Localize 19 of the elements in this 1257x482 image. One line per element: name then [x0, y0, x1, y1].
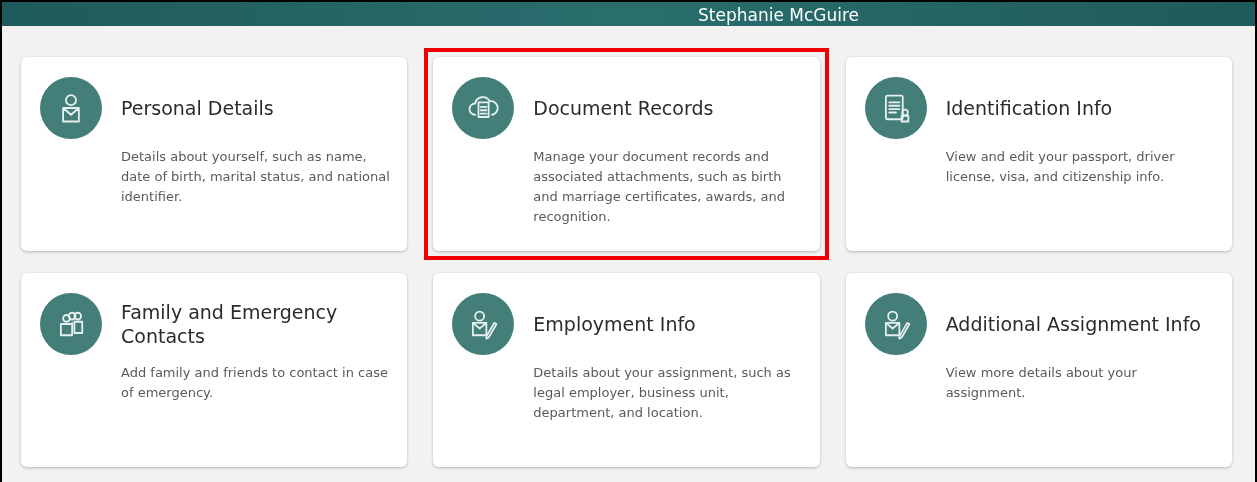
card[interactable]: Employment Info Details about your assignment, such as legal employer, business unit, department, and location.: [433, 273, 820, 467]
card-description: View more details about your assignment.: [945, 364, 1138, 402]
card-description: Manage your document records and associated attachments, such as birth and marriage certificates, awards, and recognition.: [533, 148, 787, 226]
card[interactable]: Identification Info View and edit your passport, driver license, visa, and citizenship info.: [845, 57, 1232, 251]
card-title: Family and Emergency Contacts: [121, 300, 339, 348]
card-title: Personal Details: [121, 96, 274, 120]
card-title: Document Records: [533, 96, 714, 120]
card-title: Additional Assignment Info: [945, 312, 1201, 336]
card[interactable]: Document Records Manage your document records and associated attachments, such as birth and marriage certificates, awards, and recognition.: [433, 57, 820, 251]
card-title: Identification Info: [945, 96, 1113, 120]
card-description: Add family and friends to contact in case of emergency.: [121, 364, 389, 402]
card-title: Employment Info: [533, 312, 696, 336]
card-description: View and edit your passport, driver license, visa, and citizenship info.: [945, 148, 1176, 186]
card[interactable]: Family and Emergency Contacts Add family and friends to contact in case of emergency.: [21, 273, 408, 467]
card[interactable]: Additional Assignment Info View more details about your assignment.: [845, 273, 1232, 467]
card-description: Details about yourself, such as name, date of birth, marital status, and national identifier.: [121, 148, 391, 206]
user-name: Stephanie McGuire: [698, 4, 860, 26]
card-description: Details about your assignment, such as legal employer, business unit, department, and location.: [533, 364, 792, 422]
card[interactable]: Personal Details Details about yourself, such as name, date of birth, marital status, and national identifier.: [21, 57, 408, 251]
